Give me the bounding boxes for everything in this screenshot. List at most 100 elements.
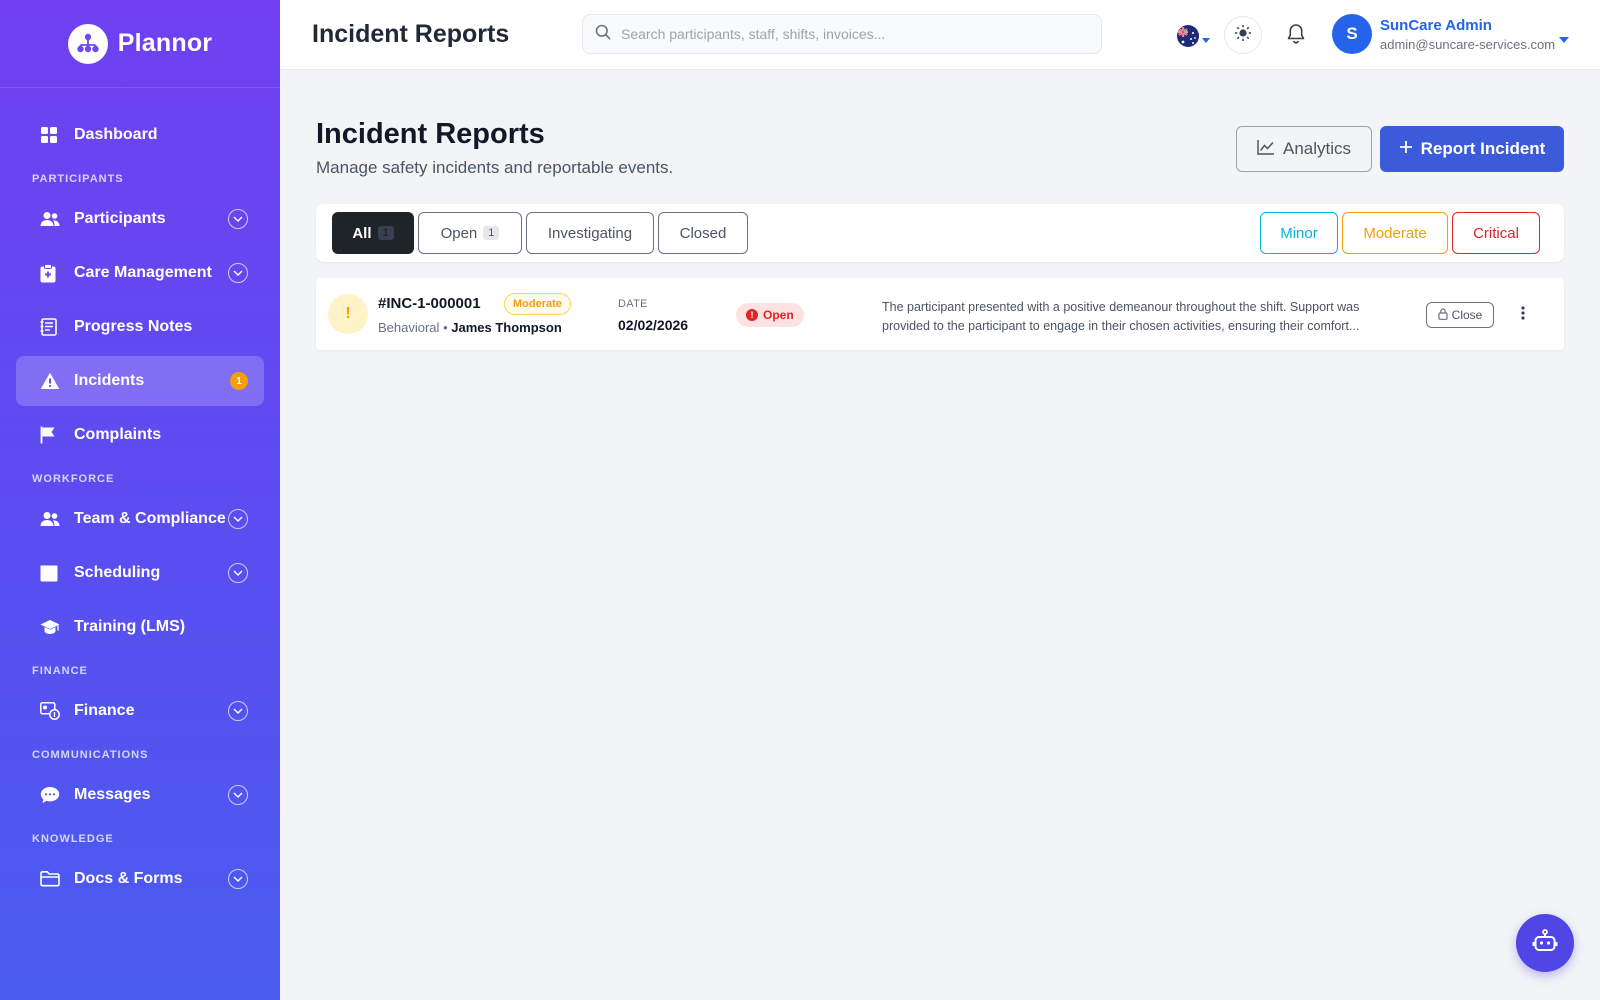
tab-label: Closed: [679, 224, 727, 242]
incident-meta: Behavioral • James Thompson: [378, 320, 562, 335]
sidebar-item-label: Training (LMS): [74, 618, 186, 635]
brand[interactable]: Plannor: [0, 0, 280, 88]
search-bar[interactable]: [582, 14, 1102, 54]
chevron-down-icon[interactable]: [228, 509, 248, 529]
section-label-workforce: WORKFORCE: [32, 473, 115, 485]
sidebar-item-label: Messages: [74, 786, 151, 803]
sidebar-item-team-compliance[interactable]: Team & Compliance: [16, 494, 264, 544]
notifications-button[interactable]: [1286, 23, 1306, 50]
kebab-menu-icon: [1521, 305, 1525, 325]
tab-label: All: [352, 224, 372, 242]
sidebar-item-progress-notes[interactable]: Progress Notes: [16, 302, 264, 352]
sidebar: Plannor Dashboard PARTICIPANTS Participa…: [0, 0, 280, 1000]
sidebar-item-dashboard[interactable]: Dashboard: [16, 110, 264, 160]
line-chart-icon: [1257, 139, 1275, 160]
calendar-icon: [40, 563, 64, 583]
status-badge: ! Open: [736, 303, 804, 327]
analytics-button[interactable]: Analytics: [1236, 126, 1372, 172]
severity-filter-minor[interactable]: Minor: [1260, 212, 1338, 254]
sidebar-item-care-management[interactable]: Care Management: [16, 248, 264, 298]
tab-all[interactable]: All 1: [332, 212, 414, 254]
severity-filter-label: Minor: [1280, 224, 1318, 242]
tab-investigating[interactable]: Investigating: [526, 212, 654, 254]
report-incident-label: Report Incident: [1420, 139, 1546, 158]
sidebar-item-training[interactable]: Training (LMS): [16, 602, 264, 652]
tab-closed[interactable]: Closed: [658, 212, 748, 254]
sidebar-item-label: Finance: [74, 702, 135, 719]
incident-row[interactable]: ! #INC-1-000001 Moderate Behavioral • Ja…: [316, 278, 1564, 350]
incident-id: #INC-1-000001: [378, 295, 481, 312]
sidebar-item-participants[interactable]: Participants: [16, 194, 264, 244]
avatar[interactable]: S: [1332, 14, 1372, 54]
page-title: Incident Reports: [316, 118, 545, 150]
chevron-down-icon[interactable]: [228, 869, 248, 889]
plus-icon: [1399, 139, 1413, 159]
graduation-cap-icon: [40, 617, 64, 637]
sidebar-item-scheduling[interactable]: Scheduling: [16, 548, 264, 598]
chevron-down-icon[interactable]: [228, 263, 248, 283]
sun-icon: [1234, 24, 1252, 47]
report-incident-button[interactable]: Report Incident: [1380, 126, 1564, 172]
lock-icon: [1438, 307, 1448, 323]
australia-flag-icon: [1176, 24, 1200, 53]
sidebar-item-messages[interactable]: Messages: [16, 770, 264, 820]
status-label: Open: [763, 308, 794, 322]
close-label: Close: [1451, 308, 1483, 322]
sidebar-item-label: Team & Compliance: [74, 510, 226, 527]
sidebar-item-label: Progress Notes: [74, 318, 193, 335]
tab-label: Open: [440, 224, 478, 242]
chevron-down-icon[interactable]: [228, 701, 248, 721]
caret-down-icon: [1202, 30, 1210, 48]
sidebar-item-finance[interactable]: Finance: [16, 686, 264, 736]
theme-toggle-button[interactable]: [1224, 16, 1262, 54]
sidebar-nav: Dashboard PARTICIPANTS Participants Care…: [0, 88, 280, 904]
search-icon: [595, 24, 611, 45]
org-chart-icon: [67, 23, 108, 64]
section-label-participants: PARTICIPANTS: [32, 173, 124, 185]
tab-open[interactable]: Open 1: [418, 212, 522, 254]
bell-icon: [1286, 24, 1306, 49]
exclamation-icon: !: [328, 294, 368, 334]
analytics-label: Analytics: [1282, 139, 1352, 158]
tab-label: Investigating: [547, 224, 633, 242]
user-menu[interactable]: SunCare Admin admin@suncare-services.com: [1380, 17, 1555, 52]
money-icon: [40, 701, 64, 721]
caret-down-icon[interactable]: [1559, 30, 1569, 48]
chevron-down-icon[interactable]: [228, 209, 248, 229]
sidebar-item-label: Scheduling: [74, 564, 161, 581]
more-options-button[interactable]: [1508, 300, 1538, 330]
grid-icon: [40, 125, 64, 145]
filter-bar: All 1 Open 1 Investigating Closed Minor …: [316, 204, 1564, 262]
tab-count: 1: [377, 226, 394, 240]
chevron-down-icon[interactable]: [228, 563, 248, 583]
header-title: Incident Reports: [312, 20, 510, 48]
close-incident-button[interactable]: Close: [1426, 302, 1494, 328]
sidebar-item-complaints[interactable]: Complaints: [16, 410, 264, 460]
date-label: DATE: [618, 298, 648, 310]
top-header: Incident Reports S SunCare Admin admin@s…: [280, 0, 1600, 70]
tab-count: 1: [483, 226, 500, 240]
incident-date: 02/02/2026: [618, 317, 689, 333]
section-label-communications: COMMUNICATIONS: [32, 749, 149, 761]
sidebar-item-label: Incidents: [74, 372, 145, 389]
section-label-finance: FINANCE: [32, 665, 88, 677]
flag-icon: [40, 425, 64, 445]
section-label-knowledge: KNOWLEDGE: [32, 833, 114, 845]
main-content: Incident Reports Manage safety incidents…: [280, 70, 1600, 1000]
severity-filter-critical[interactable]: Critical: [1452, 212, 1540, 254]
notes-icon: [40, 317, 64, 337]
chat-bubble-icon: [40, 785, 64, 805]
bullet-separator: •: [443, 320, 448, 335]
severity-filter-moderate[interactable]: Moderate: [1342, 212, 1448, 254]
language-selector[interactable]: [1176, 24, 1210, 53]
assistant-button[interactable]: [1516, 914, 1574, 972]
sidebar-item-incidents[interactable]: Incidents 1: [16, 356, 264, 406]
incident-participant: James Thompson: [451, 320, 562, 335]
user-email: admin@suncare-services.com: [1380, 37, 1556, 52]
severity-filter-label: Moderate: [1363, 224, 1427, 242]
brand-name: Plannor: [117, 29, 213, 57]
chevron-down-icon[interactable]: [228, 785, 248, 805]
robot-icon: [1532, 928, 1558, 959]
search-input[interactable]: [621, 26, 1091, 42]
sidebar-item-docs-forms[interactable]: Docs & Forms: [16, 854, 264, 904]
